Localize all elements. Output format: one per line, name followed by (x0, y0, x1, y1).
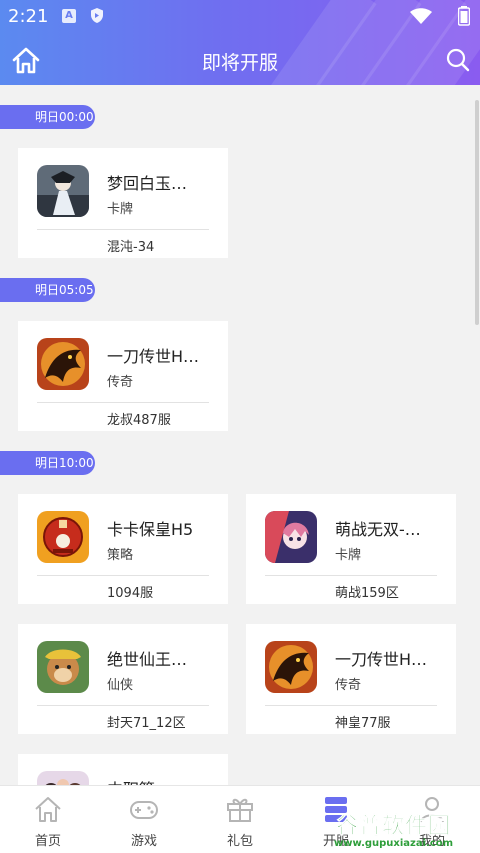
a-notification-icon: A (62, 9, 76, 23)
game-card[interactable]: 萌战无双-… 卡牌 萌战159区 (246, 494, 456, 604)
game-card[interactable]: 梦回白玉… 卡牌 混沌-34 (18, 148, 228, 258)
status-time: 2:21 (8, 6, 49, 27)
tab-games[interactable]: 游戏 (96, 786, 192, 853)
tab-label: 礼包 (226, 834, 253, 849)
server-name: 封天71_12区 (107, 716, 186, 731)
status-bar: 2:21 A (0, 0, 480, 32)
scrollbar[interactable] (475, 100, 479, 325)
fantasy-game-icon (37, 165, 89, 217)
game-card[interactable]: 卡卡保皇H5 策略 1094服 (18, 494, 228, 604)
divider (37, 229, 209, 230)
emblem-game-icon (37, 511, 89, 563)
server-name: 混沌-34 (107, 240, 155, 255)
divider (265, 575, 437, 576)
dragon-game-icon (37, 338, 89, 390)
game-name: 卡卡保皇H5 (107, 520, 194, 539)
game-category: 策略 (107, 548, 134, 563)
page-title: 即将开服 (201, 52, 278, 74)
tab-label: 游戏 (130, 834, 157, 849)
game-name: 梦回白玉… (107, 174, 188, 193)
game-category: 卡牌 (335, 548, 362, 563)
server-name: 龙叔487服 (107, 413, 171, 428)
watermark-logo: 谷普软件园 (336, 814, 452, 840)
time-label: 明日00:00 (0, 105, 95, 129)
divider (37, 402, 209, 403)
watermark-url: www.gupuxiazai.com (334, 838, 454, 849)
monkey-king-game-icon (37, 641, 89, 693)
game-card[interactable]: 绝世仙王… 仙侠 封天71_12区 (18, 624, 228, 734)
game-name: 一刀传世H… (107, 347, 200, 366)
tab-label: 首页 (34, 834, 61, 849)
server-name: 神皇77服 (335, 716, 391, 731)
watermark: 谷普软件园 www.gupuxiazai.com (334, 806, 480, 853)
server-name: 1094服 (107, 586, 154, 601)
game-card[interactable]: 一刀传世H… 传奇 神皇77服 (246, 624, 456, 734)
app-header: 2:21 A 即将开服 (0, 0, 480, 85)
home-icon (35, 797, 61, 822)
divider (265, 705, 437, 706)
game-category: 卡牌 (107, 202, 134, 217)
game-card[interactable]: 中职篮:… (18, 754, 228, 785)
anime-game-icon (265, 511, 317, 563)
divider (37, 705, 209, 706)
game-category: 传奇 (107, 375, 134, 390)
nav-bar: 即将开服 (0, 38, 480, 84)
server-name: 萌战159区 (335, 586, 399, 601)
dragon-game-icon (265, 641, 317, 693)
game-category: 仙侠 (107, 678, 134, 693)
basketball-game-icon (37, 771, 89, 785)
game-name: 绝世仙王… (107, 650, 188, 669)
battery-icon (458, 6, 470, 26)
gamepad-icon (130, 801, 158, 819)
divider (37, 575, 209, 576)
search-icon[interactable] (445, 47, 471, 73)
game-category: 传奇 (335, 678, 362, 693)
tab-home[interactable]: 首页 (0, 786, 96, 853)
gift-icon (227, 798, 253, 822)
time-label: 明日10:00 (0, 451, 95, 475)
wifi-icon (410, 8, 432, 24)
tab-gift[interactable]: 礼包 (192, 786, 288, 853)
game-name: 中职篮:… (107, 776, 217, 785)
game-card[interactable]: 一刀传世H… 传奇 龙叔487服 (18, 321, 228, 431)
game-name: 萌战无双-… (335, 520, 421, 539)
shield-icon (91, 8, 103, 23)
game-name: 一刀传世H… (335, 650, 428, 669)
time-label: 明日05:05 (0, 278, 95, 302)
server-list[interactable]: 明日00:00 梦回白玉… 卡牌 混沌-34 明日05:05 一刀传世H… 传奇… (0, 85, 480, 785)
